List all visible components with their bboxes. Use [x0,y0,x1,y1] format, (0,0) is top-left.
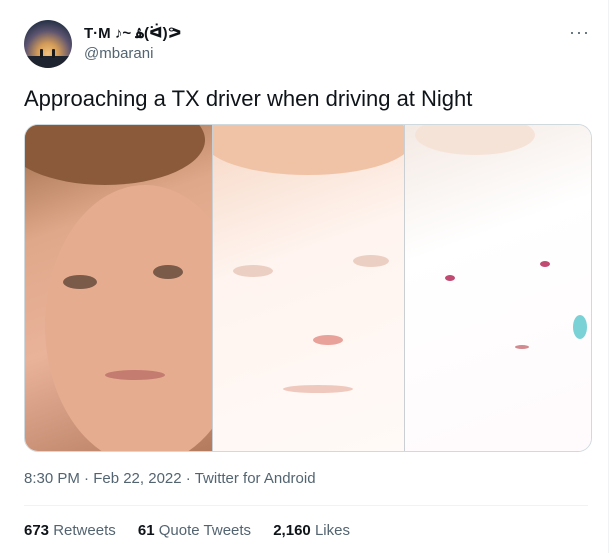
tweet-image[interactable] [24,124,592,452]
image-panel-normal [25,125,213,451]
image-panel-bright [213,125,405,451]
tweet-text: Approaching a TX driver when driving at … [24,86,473,111]
tweet-meta: 8:30 PM · Feb 22, 2022 · Twitter for And… [24,470,316,487]
timestamp[interactable]: 8:30 PM · Feb 22, 2022 [24,470,182,487]
retweets-label: Retweets [53,522,116,539]
avatar[interactable] [24,20,72,68]
retweets-count: 673 [24,522,50,539]
tweet-source[interactable]: Twitter for Android [195,470,316,487]
quote-tweets-count: 61 [137,522,155,539]
handle[interactable]: @mbarani [84,44,182,64]
quote-tweets-label: Quote Tweets [158,522,252,539]
likes-stat[interactable]: 2,160 Likes [273,522,350,539]
likes-count: 2,160 [273,522,311,539]
display-name[interactable]: T·M ♪~ ۿ(ᐛ)ᕗ [84,24,182,44]
image-panel-blinding [405,125,591,451]
tweet-stats: 673 Retweets 61 Quote Tweets 2,160 Likes [24,522,368,539]
author-names[interactable]: T·M ♪~ ۿ(ᐛ)ᕗ @mbarani [84,24,182,64]
divider [24,505,588,506]
quote-tweets-stat[interactable]: 61 Quote Tweets [138,522,255,539]
tweet-header: T·M ♪~ ۿ(ᐛ)ᕗ @mbarani ··· [24,18,594,70]
retweets-stat[interactable]: 673 Retweets [24,522,120,539]
more-options-icon[interactable]: ··· [569,22,590,43]
likes-label: Likes [314,522,350,539]
tweet-card: T·M ♪~ ۿ(ᐛ)ᕗ @mbarani ··· Approaching a … [0,0,609,553]
